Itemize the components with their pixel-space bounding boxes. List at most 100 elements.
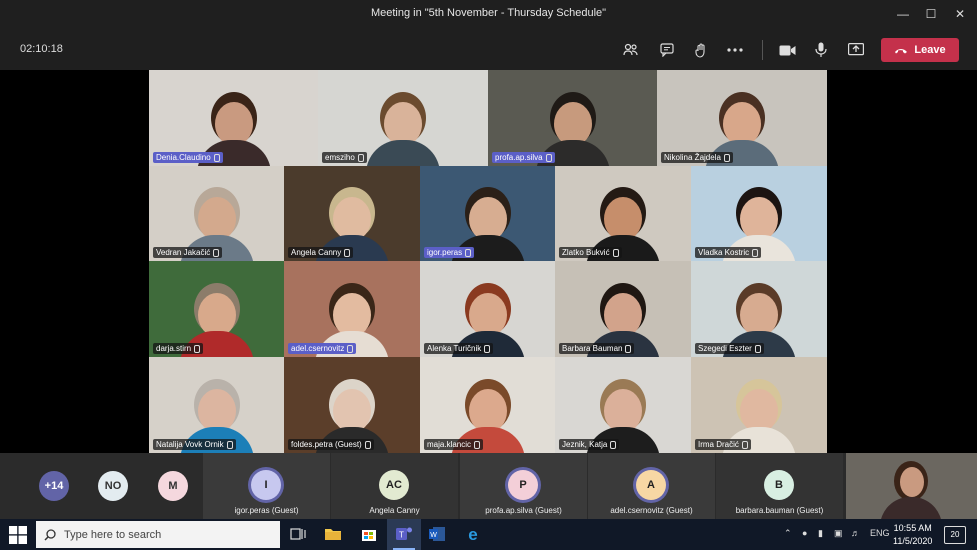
- file-explorer-icon[interactable]: [324, 525, 342, 543]
- participant-name-label: adel.csernovitz: [288, 343, 357, 354]
- microphone-button[interactable]: [810, 39, 832, 61]
- microphone-icon: [741, 440, 748, 449]
- participant-name: igor.peras (Guest): [234, 506, 299, 515]
- overflow-avatar[interactable]: M: [158, 471, 188, 501]
- toolbar-divider: [762, 40, 763, 60]
- video-tile[interactable]: Vladka Kostric: [691, 166, 827, 261]
- video-tile[interactable]: Natalija Vovk Ornik: [149, 357, 285, 453]
- network-icon[interactable]: ▣: [834, 528, 843, 539]
- participant-name-label: Alenka Turičnik: [424, 343, 494, 354]
- participant-body: [366, 140, 440, 166]
- microphone-icon: [754, 344, 761, 353]
- participant-avatar: B: [764, 470, 794, 500]
- participant-name: profa.ap.silva (Guest): [485, 506, 562, 515]
- participant-name-label: igor.peras: [424, 247, 475, 258]
- more-icon: [727, 48, 743, 52]
- video-tile[interactable]: igor.peras: [420, 166, 556, 261]
- microphone-icon: [545, 153, 552, 162]
- self-video-preview[interactable]: [846, 453, 977, 519]
- video-tile[interactable]: Szegedi Eszter: [691, 261, 827, 357]
- participant-name: Nikolina Žajdela: [664, 153, 721, 162]
- video-tile[interactable]: maja.klancic: [420, 357, 556, 453]
- participant-name-label: emsziho: [322, 152, 367, 163]
- store-icon[interactable]: [360, 525, 378, 543]
- participant-avatar: AC: [379, 470, 409, 500]
- video-tile[interactable]: Nikolina Žajdela: [657, 70, 827, 166]
- participant-strip: +14 NO M Iigor.peras (Guest) AC Angela Canny P…: [0, 453, 977, 519]
- participant-name-label: darja.stirn: [153, 343, 204, 354]
- participants-button[interactable]: [620, 39, 642, 61]
- volume-icon[interactable]: ♬: [851, 528, 860, 538]
- participant-name: Vedran Jakačić: [156, 248, 211, 257]
- microphone-icon: [474, 440, 481, 449]
- more-actions-button[interactable]: [724, 39, 746, 61]
- share-screen-button[interactable]: [845, 39, 867, 61]
- video-tile[interactable]: Angela Canny: [284, 166, 420, 261]
- notifications-badge[interactable]: 20: [944, 526, 966, 544]
- participant-strip-tile[interactable]: Iigor.peras (Guest): [203, 453, 330, 519]
- window-title: Meeting in "5th November - Thursday Sche…: [370, 7, 607, 19]
- video-tile[interactable]: profa.ap.silva: [488, 70, 658, 166]
- participant-video: [366, 102, 440, 166]
- video-tile[interactable]: emsziho: [318, 70, 488, 166]
- participant-name-label: Denia.Claudino: [153, 152, 223, 163]
- participant-name: barbara.bauman (Guest): [735, 506, 824, 515]
- share-screen-icon: [848, 43, 864, 56]
- battery-icon[interactable]: ▮: [818, 528, 823, 539]
- tray-microphone-icon[interactable]: ●: [802, 528, 807, 538]
- microphone-icon: [364, 440, 371, 449]
- video-tile[interactable]: Barbara Bauman: [555, 261, 691, 357]
- windows-taskbar: Type here to search T W e ⌃ ● ▮ ▣ ♬ ENG …: [0, 519, 977, 550]
- video-tile[interactable]: adel.csernovitz: [284, 261, 420, 357]
- clock-date: 11/5/2020: [893, 536, 933, 546]
- participant-strip-tile[interactable]: Pprofa.ap.silva (Guest): [460, 453, 587, 519]
- language-indicator[interactable]: ENG: [870, 528, 890, 538]
- participant-name-label: Angela Canny: [288, 247, 354, 258]
- minimize-icon[interactable]: —: [888, 0, 918, 28]
- participant-avatar: I: [251, 470, 281, 500]
- video-gallery: Denia.Claudino emsziho profa.ap.silva Nikol…: [0, 70, 977, 453]
- participant-strip-tile[interactable]: Aadel.csernovitz (Guest): [588, 453, 715, 519]
- overflow-avatar[interactable]: NO: [98, 471, 128, 501]
- camera-button[interactable]: [776, 39, 798, 61]
- taskbar-clock[interactable]: 10:55 AM 11/5/2020: [893, 522, 932, 548]
- tray-chevron-icon[interactable]: ⌃: [784, 528, 792, 539]
- participant-strip-tile[interactable]: Bbarbara.bauman (Guest): [716, 453, 843, 519]
- participant-strip-tile[interactable]: AC Angela Canny: [331, 453, 458, 519]
- video-tile[interactable]: foldes.petra (Guest): [284, 357, 420, 453]
- video-tile[interactable]: Irma Dračić: [691, 357, 827, 453]
- participant-name-label: Vedran Jakačić: [153, 247, 223, 258]
- close-icon[interactable]: ✕: [945, 0, 975, 28]
- participant-name: Barbara Bauman: [562, 344, 623, 353]
- video-tile[interactable]: Jeznik, Katja: [555, 357, 691, 453]
- maximize-icon[interactable]: ☐: [916, 0, 946, 28]
- video-tile[interactable]: darja.stirn: [149, 261, 285, 357]
- taskbar-search-box[interactable]: Type here to search: [36, 521, 280, 548]
- microphone-icon: [752, 248, 759, 257]
- teams-taskbar-item[interactable]: T: [387, 519, 421, 550]
- overflow-avatar[interactable]: +14: [39, 471, 69, 501]
- meeting-timer: 02:10:18: [20, 43, 63, 55]
- edge-icon[interactable]: e: [464, 525, 482, 543]
- task-view-icon[interactable]: [289, 525, 307, 543]
- clock-time: 10:55 AM: [893, 523, 932, 533]
- participant-name: Szegedi Eszter: [698, 344, 752, 353]
- participant-name: Angela Canny: [369, 506, 420, 515]
- video-tile[interactable]: Alenka Turičnik: [420, 261, 556, 357]
- chat-button[interactable]: [656, 39, 678, 61]
- video-tile[interactable]: Vedran Jakačić: [149, 166, 285, 261]
- participant-name: maja.klancic: [427, 440, 472, 449]
- windows-start-icon[interactable]: [9, 526, 27, 544]
- video-tile[interactable]: Zlatko Bukvić: [555, 166, 691, 261]
- microphone-icon: [723, 153, 730, 162]
- word-icon[interactable]: W: [428, 525, 446, 543]
- raise-hand-button[interactable]: [690, 39, 712, 61]
- camera-icon: [779, 45, 795, 55]
- svg-text:W: W: [430, 532, 437, 539]
- participant-name: Jeznik, Katja: [562, 440, 608, 449]
- video-tile[interactable]: Denia.Claudino: [149, 70, 319, 166]
- participant-name-label: Nikolina Žajdela: [661, 152, 733, 163]
- participant-name-label: Irma Dračić: [695, 439, 751, 450]
- participant-avatar: P: [508, 470, 538, 500]
- leave-button[interactable]: Leave: [881, 38, 959, 62]
